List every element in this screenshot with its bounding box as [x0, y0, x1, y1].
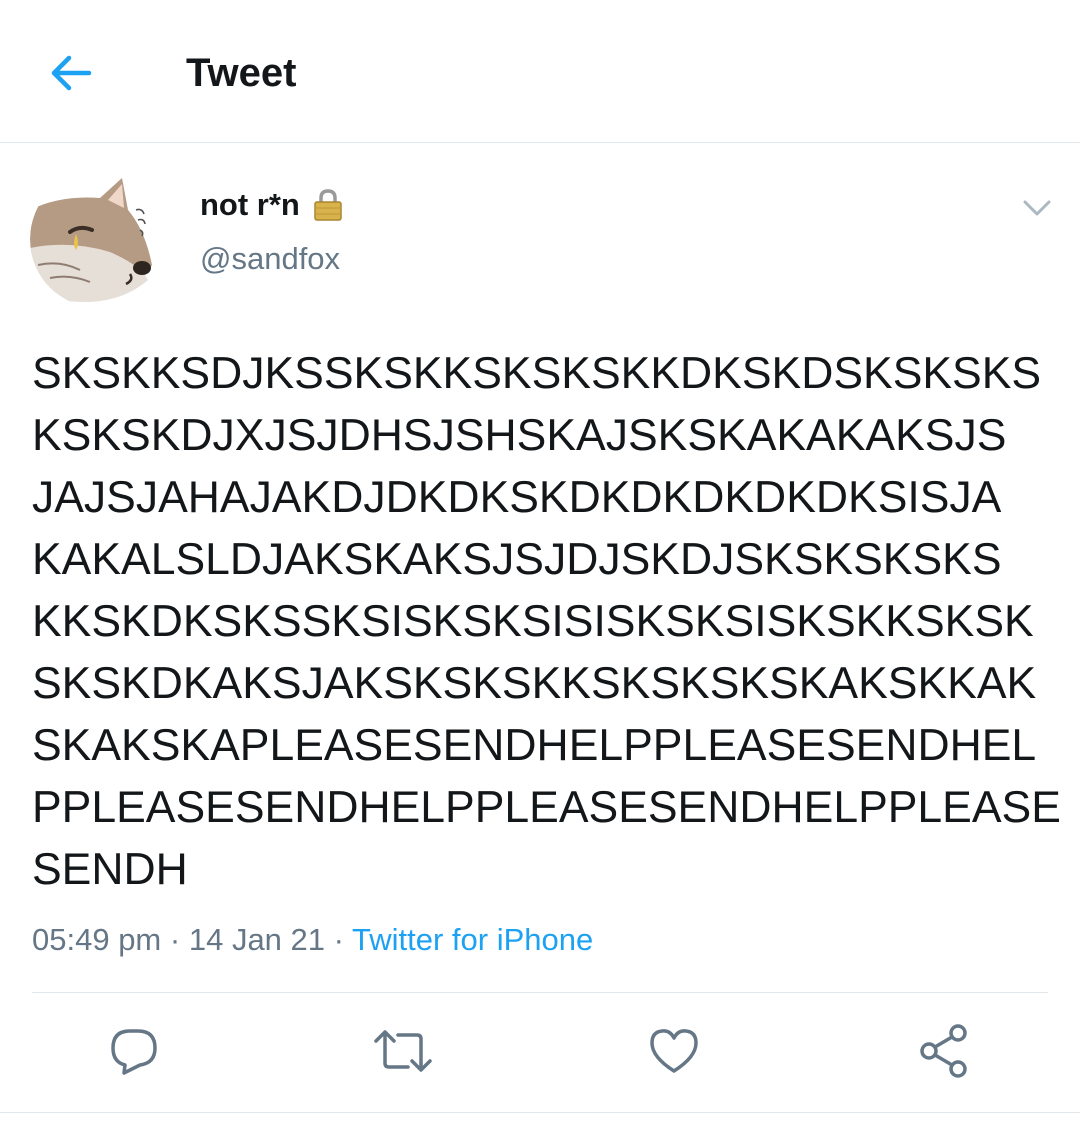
tweet-time: 05:49 pm [32, 922, 162, 957]
divider [32, 992, 1048, 993]
meta-separator: · [333, 922, 344, 957]
tweet-menu-button[interactable] [1016, 192, 1058, 224]
tweet-date: 14 Jan 21 [188, 922, 326, 957]
share-icon [920, 1024, 967, 1078]
author-name-row[interactable]: not r*n [200, 186, 344, 224]
tweet-text-line: JAJSJAHAJAKDJDKDKSKDKDKDKDKDKSISJA [32, 473, 1002, 522]
tweet-meta: 05:49 pm · 14 Jan 21 · Twitter for iPhon… [32, 918, 593, 962]
lock-icon [314, 189, 342, 221]
tweet-text-line: SENDH [32, 845, 188, 894]
page-title: Tweet [186, 51, 297, 95]
reply-button[interactable] [103, 1020, 165, 1082]
top-bar: Tweet [0, 0, 1080, 143]
tweet-text-line: KSKSKDJXJSJDHSJSHSKAJSKSKAKAKAKSJS [32, 411, 1007, 460]
like-button[interactable] [643, 1020, 705, 1082]
divider [0, 1112, 1080, 1113]
tweet-text-line: SKSKKSDJKSSKSKKSKSKSKKDKSKDSKSKSKS [32, 349, 1042, 398]
retweet-button[interactable] [372, 1020, 434, 1082]
tweet-text-line: KAKALSLDJAKSKAKSJSJDJSKDJSKSKSKSKS [32, 535, 1002, 584]
heart-icon [650, 1029, 698, 1073]
tweet-text-line: SKAKSKAPLEASESENDHELPPLEASESENDHEL [32, 721, 1037, 770]
fox-avatar-image [30, 170, 168, 308]
display-name[interactable]: not r*n [200, 186, 300, 224]
avatar[interactable] [30, 170, 168, 308]
back-button[interactable] [40, 45, 102, 101]
chevron-down-icon [1023, 200, 1051, 216]
share-button[interactable] [913, 1020, 975, 1082]
tweet-text-line: PPLEASESENDHELPPLEASESENDHELPPLEASE [32, 783, 1061, 832]
arrow-left-icon [51, 55, 92, 91]
retweet-icon [374, 1030, 432, 1072]
tweet-text-line: KKSKDKSKSSKSISKSKSISISKSKSISKSKKSKSK [32, 597, 1034, 646]
tweet-source-link[interactable]: Twitter for iPhone [352, 922, 593, 957]
meta-separator: · [169, 922, 181, 957]
user-handle[interactable]: @sandfox [200, 240, 340, 278]
reply-icon [111, 1029, 157, 1075]
tweet-text: SKSKKSDJKSSKSKKSKSKSKKDKSKDSKSKSKS KSKSK… [32, 343, 1062, 901]
tweet-text-line: SKSKDKAKSJAKSKSKSKKSKSKSKSKAKSKKAK [32, 659, 1037, 708]
tweet-actions-bar [0, 1020, 1080, 1082]
